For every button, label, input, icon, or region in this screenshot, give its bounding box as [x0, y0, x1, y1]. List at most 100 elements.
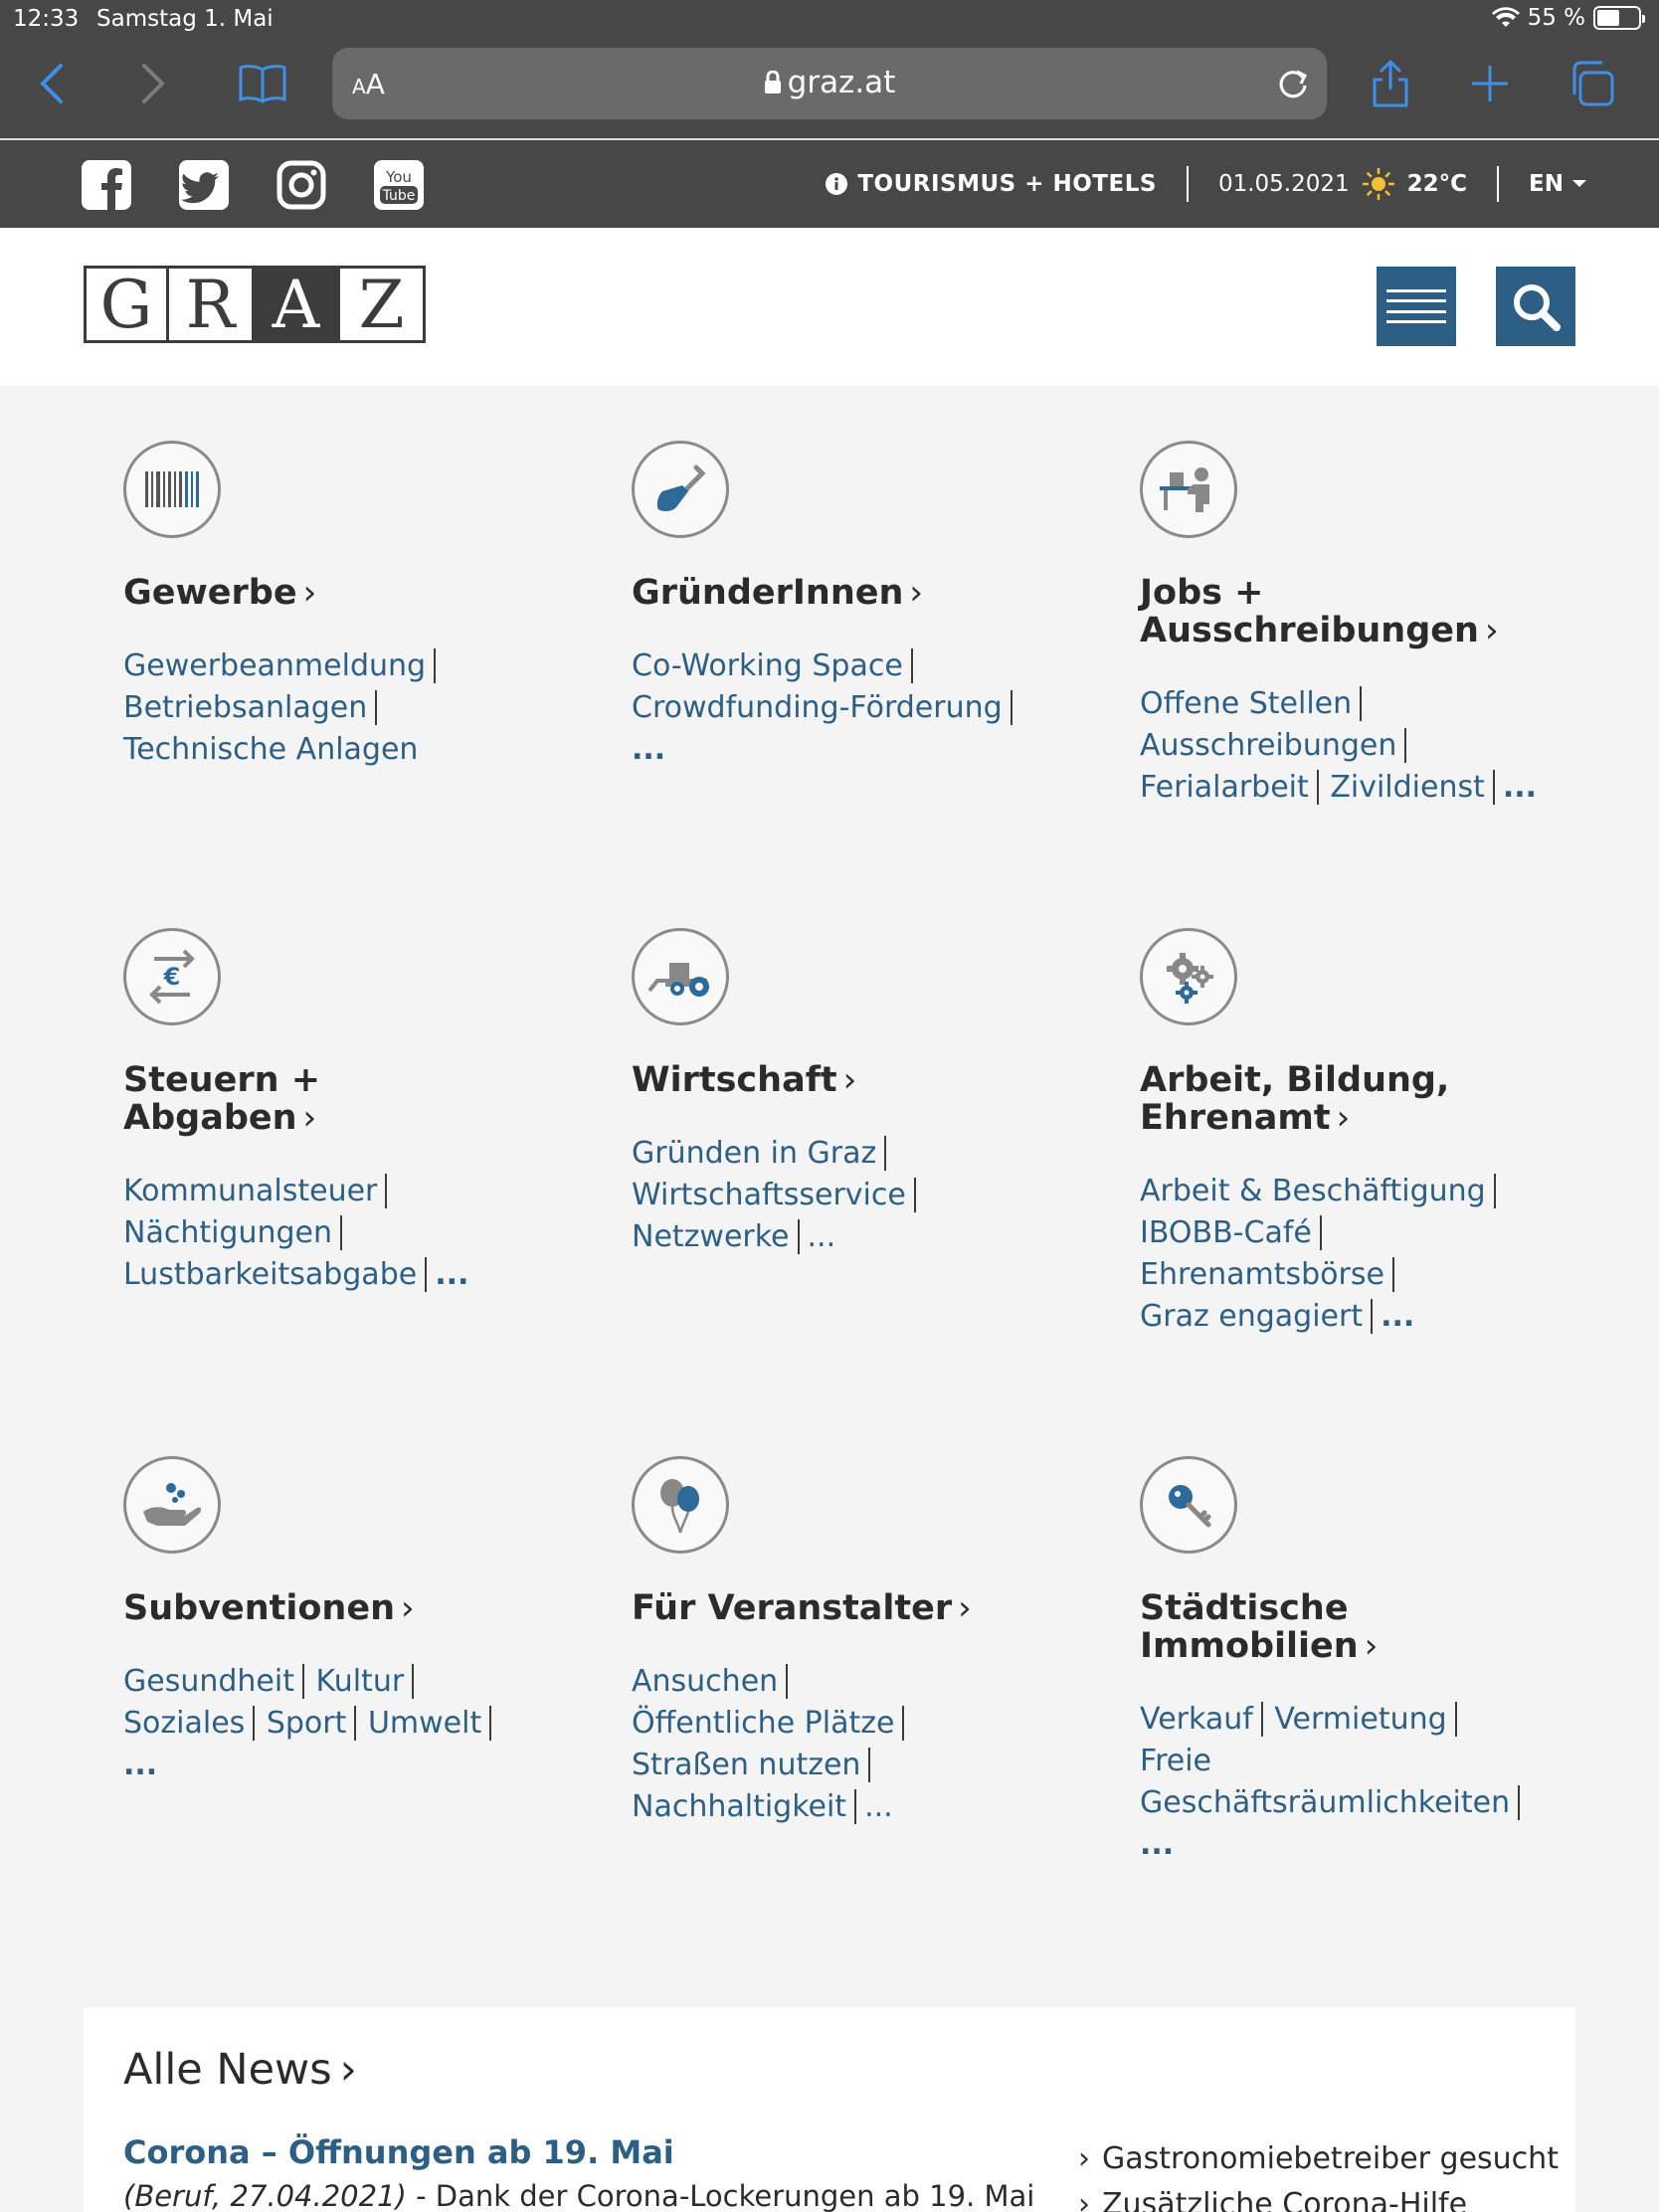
tile-link[interactable]: IBOBB-Café [1140, 1215, 1322, 1250]
facebook-icon[interactable] [82, 160, 131, 210]
tile-link[interactable]: Zivildienst [1330, 770, 1495, 805]
hamburger-icon [1386, 289, 1446, 323]
status-indicators: 55 % [1491, 5, 1645, 31]
news-teaser: (Beruf, 27.04.2021) - Dank der Corona-Lo… [123, 2179, 1034, 2212]
address-bar[interactable]: AA graz.at [332, 48, 1327, 119]
chevron-right-icon: › [302, 573, 317, 613]
tile-link[interactable]: Co-Working Space [632, 648, 913, 683]
language-selector[interactable]: EN [1529, 171, 1587, 197]
language-label: EN [1529, 171, 1564, 197]
tile-title: Steuern + Abgaben [123, 1060, 321, 1138]
tile-title-link[interactable]: Wirtschaft › [632, 1061, 1029, 1099]
share-button[interactable] [1363, 56, 1418, 111]
tile-link[interactable]: Crowdfunding-Förderung [632, 690, 1013, 725]
tile-arbeit: Arbeit, Bildung, Ehrenamt › Arbeit & Besch… [1140, 928, 1538, 1338]
book-icon [239, 65, 286, 103]
tile-link[interactable]: Freie Geschäftsräumlichkeiten [1140, 1741, 1521, 1824]
news-side-item[interactable]: Gastronomiebetreiber gesucht [1078, 2136, 1559, 2182]
tile-link[interactable]: Technische Anlagen [123, 732, 418, 767]
tile-link[interactable]: Öffentliche Plätze [632, 1706, 905, 1741]
tile-link[interactable]: Nachhaltigkeit [632, 1789, 857, 1824]
tile-link[interactable]: Netzwerke [632, 1219, 800, 1254]
tile-link[interactable]: Soziales [123, 1706, 256, 1741]
bookmarks-button[interactable] [235, 56, 290, 111]
weather-widget[interactable]: 01.05.2021 22°C [1218, 167, 1467, 201]
tile-link[interactable]: Lustbarkeitsabgabe [123, 1257, 428, 1292]
more-link[interactable]: ... [1497, 770, 1537, 805]
tile-immobilien: Städtische Immobilien › Verkauf Vermietung… [1140, 1456, 1538, 1866]
tile-title-link[interactable]: Subventionen › [123, 1589, 521, 1627]
tile-link[interactable]: Ausschreibungen [1140, 728, 1407, 763]
tile-link[interactable]: Umwelt [367, 1706, 492, 1741]
news-side-list: Gastronomiebetreiber gesucht Zusätzliche… [1078, 2136, 1559, 2212]
tile-gruenderinnen: GründerInnen › Co-Working Space Crowdfund… [632, 441, 1029, 771]
tile-link[interactable]: Graz engagiert [1140, 1299, 1374, 1334]
more-link[interactable]: ... [858, 1789, 893, 1824]
tile-title-link[interactable]: GründerInnen › [632, 574, 1029, 612]
forward-button[interactable] [125, 56, 181, 111]
tile-link[interactable]: Betriebsanlagen [123, 690, 378, 725]
tile-link[interactable]: Wirtschaftsservice [632, 1178, 916, 1212]
url-display[interactable]: graz.at [332, 65, 1327, 100]
more-link[interactable]: ... [802, 1219, 836, 1254]
tile-link[interactable]: Arbeit & Beschäftigung [1140, 1174, 1496, 1208]
back-button[interactable] [24, 56, 80, 111]
tile-link[interactable]: Gewerbeanmeldung [123, 648, 437, 683]
tile-link[interactable]: Straßen nutzen [632, 1748, 871, 1782]
logo-letter: G [84, 266, 169, 343]
instagram-icon[interactable] [276, 160, 326, 210]
tile-link[interactable]: Kommunalsteuer [123, 1174, 388, 1208]
tile-link[interactable]: Ehrenamtsbörse [1140, 1257, 1394, 1292]
more-link[interactable]: ... [429, 1257, 468, 1292]
youtube-icon[interactable]: You Tube [374, 160, 424, 210]
tile-links: Ansuchen Öffentliche Plätze Straßen nutz… [632, 1661, 1029, 1828]
tile-link[interactable]: Kultur [315, 1664, 415, 1699]
news-side-item[interactable]: Zusätzliche Corona-Hilfe [1078, 2182, 1559, 2212]
tile-title-link[interactable]: Gewerbe › [123, 574, 521, 612]
tourism-link[interactable]: TOURISMUS + HOTELS [826, 171, 1157, 197]
news-headline[interactable]: Corona – Öffnungen ab 19. Mai [123, 2133, 1018, 2171]
tile-link[interactable]: Verkauf [1140, 1702, 1263, 1737]
more-link[interactable]: ... [1375, 1299, 1414, 1334]
twitter-icon[interactable] [179, 160, 229, 210]
more-link[interactable]: ... [123, 1748, 157, 1782]
tile-title-link[interactable]: Arbeit, Bildung, Ehrenamt › [1140, 1061, 1538, 1137]
graz-logo[interactable]: G R A Z [84, 266, 426, 343]
chevron-right-icon: › [1484, 611, 1499, 650]
shovel-icon [632, 441, 729, 538]
tile-title-link[interactable]: Jobs + Ausschreibungen › [1140, 574, 1538, 649]
tile-link[interactable]: Sport [266, 1706, 357, 1741]
more-link[interactable]: ... [1140, 1827, 1174, 1862]
tile-links: Arbeit & Beschäftigung IBOBB-Café Ehrena… [1140, 1171, 1538, 1338]
tile-link[interactable]: Vermietung [1274, 1702, 1457, 1737]
reload-icon[interactable] [1273, 64, 1313, 103]
tile-title-link[interactable]: Städtische Immobilien › [1140, 1589, 1538, 1665]
divider [1186, 166, 1189, 202]
plus-icon [1472, 66, 1508, 101]
news-meta: (Beruf, 27.04.2021) [123, 2179, 407, 2212]
more-link[interactable]: ... [632, 732, 665, 767]
news-title-link[interactable]: Alle News › [123, 2045, 357, 2095]
new-tab-button[interactable] [1462, 56, 1518, 111]
tile-link[interactable]: Ferialarbeit [1140, 770, 1319, 805]
tile-title-line: Städtische [1140, 1588, 1349, 1628]
tile-title-line: Arbeit, Bildung, [1140, 1060, 1450, 1100]
tile-link[interactable]: Gesundheit [123, 1664, 304, 1699]
tile-title: Subventionen [123, 1588, 395, 1628]
tile-wirtschaft: Wirtschaft › Gründen in Graz Wirtschaftss… [632, 928, 1029, 1258]
tile-links: Offene Stellen Ausschreibungen Ferialarb… [1140, 683, 1538, 809]
status-date: Samstag 1. Mai [96, 6, 274, 32]
menu-button[interactable] [1377, 267, 1456, 346]
tile-link[interactable]: Ansuchen [632, 1664, 789, 1699]
tabs-button[interactable] [1564, 56, 1619, 111]
tile-link[interactable]: Nächtigungen [123, 1215, 343, 1250]
tile-link[interactable]: Offene Stellen [1140, 686, 1363, 721]
tile-steuern: € Steuern + Abgaben › Kommunalsteuer Näch… [123, 928, 521, 1296]
tile-link[interactable]: Gründen in Graz [632, 1136, 887, 1171]
search-button[interactable] [1496, 267, 1575, 346]
tile-title-link[interactable]: Für Veranstalter › [632, 1589, 1029, 1627]
site-header: G R A Z [0, 228, 1659, 386]
temperature: 22°C [1406, 171, 1468, 197]
tile-title-link[interactable]: Steuern + Abgaben › [123, 1061, 521, 1137]
caret-down-icon [1572, 180, 1586, 187]
